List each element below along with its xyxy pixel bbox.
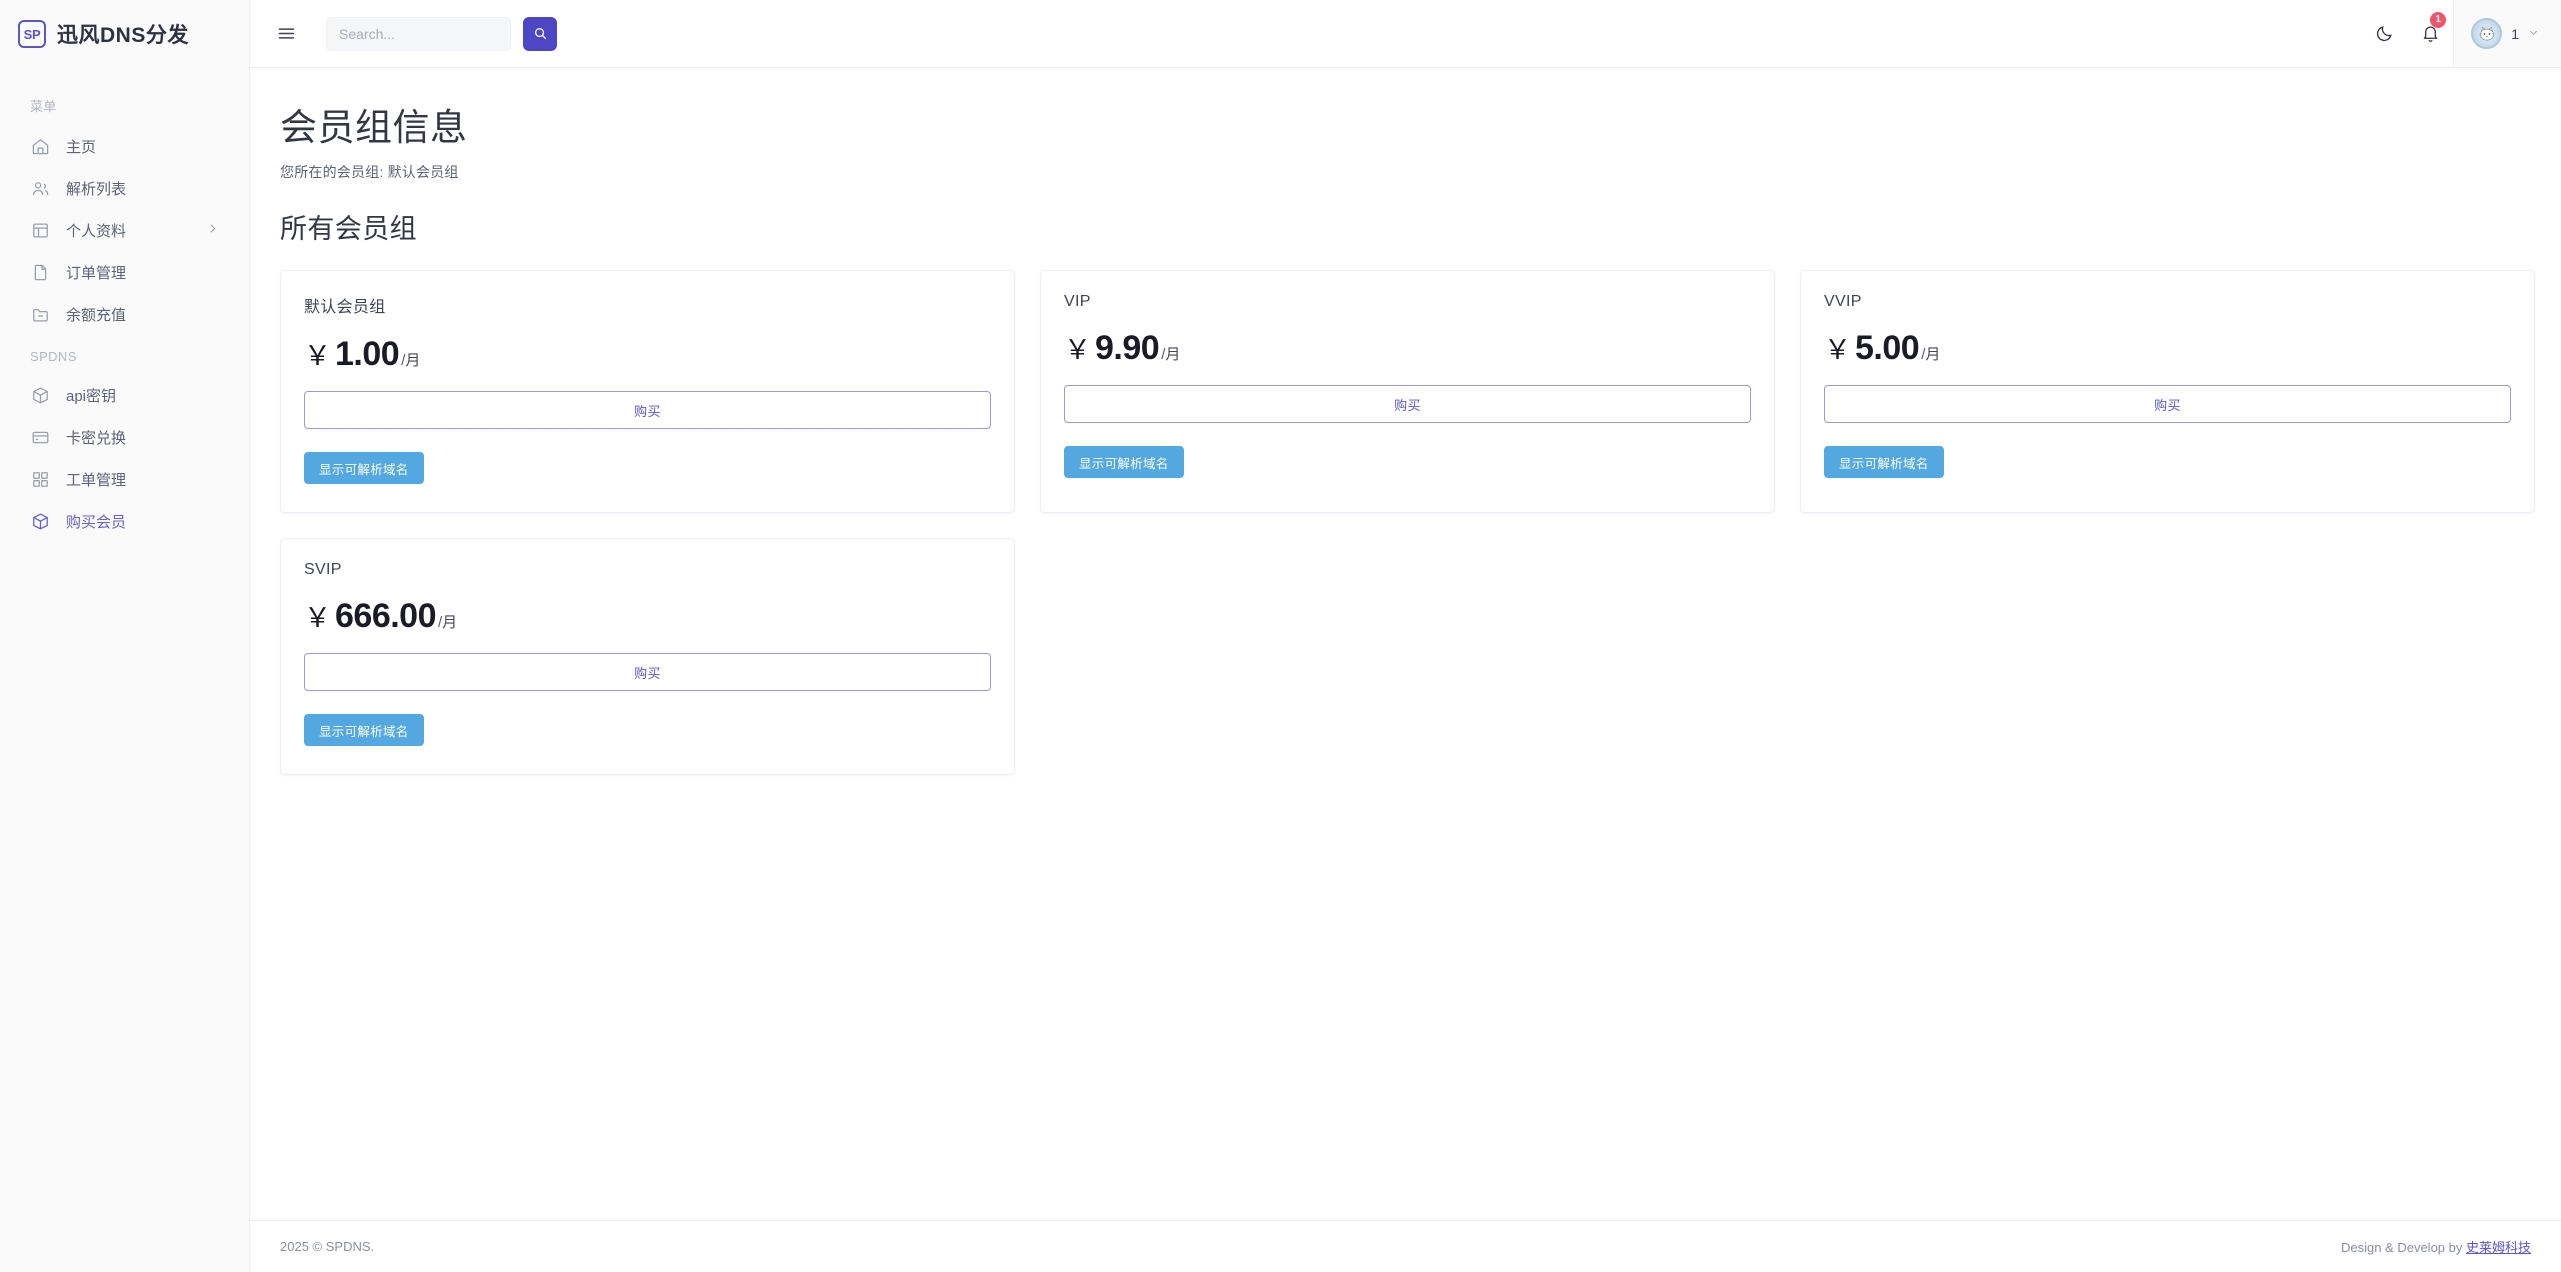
- home-icon: [30, 136, 50, 156]
- topbar-right: 1 1: [2361, 0, 2561, 67]
- sidebar-item-profile[interactable]: 个人资料: [0, 209, 249, 251]
- card-price: ￥ 666.00 /月: [304, 596, 991, 636]
- search-input[interactable]: [326, 16, 511, 51]
- sidebar-item-recharge[interactable]: 余额充值: [0, 293, 249, 335]
- card-group-name: SVIP: [304, 561, 342, 579]
- sidebar-item-buy-membership[interactable]: 购买会员: [0, 500, 249, 542]
- membership-card: SVIP ￥ 666.00 /月 购买 显示可解析域名: [280, 538, 1015, 776]
- footer-credits: Design & Develop by 史莱姆科技: [2341, 1237, 2531, 1256]
- search-area: [326, 16, 557, 51]
- price-period: /月: [1161, 343, 1180, 364]
- sidebar-item-tickets[interactable]: 工单管理: [0, 458, 249, 500]
- footer-credit-link[interactable]: 史莱姆科技: [2466, 1240, 2531, 1255]
- membership-card-list: 默认会员组 ￥ 1.00 /月 购买 显示可解析域名 VIP ￥ 9.90 /月…: [280, 270, 2535, 776]
- card-price: ￥ 1.00 /月: [304, 334, 991, 374]
- dark-mode-toggle[interactable]: [2361, 0, 2407, 67]
- membership-card: 默认会员组 ￥ 1.00 /月 购买 显示可解析域名: [280, 270, 1015, 514]
- credit-card-icon: [30, 427, 50, 447]
- sidebar-item-label: 卡密兑换: [66, 429, 127, 447]
- user-name: 1: [2511, 25, 2519, 42]
- period-unit: 月: [1165, 346, 1181, 364]
- currency-symbol: ￥: [304, 603, 332, 634]
- period-unit: 月: [405, 352, 421, 370]
- avatar: [2471, 18, 2503, 49]
- price-amount: 666.00: [335, 597, 437, 636]
- show-domains-button[interactable]: 显示可解析域名: [1824, 446, 1944, 479]
- notifications-button[interactable]: 1: [2407, 0, 2453, 67]
- nav-section-title-spdns: SPDNS: [30, 349, 77, 364]
- buy-button[interactable]: 购买: [304, 653, 991, 692]
- sidebar-item-card-redeem[interactable]: 卡密兑换: [0, 416, 249, 458]
- show-domains-button[interactable]: 显示可解析域名: [1064, 446, 1184, 479]
- currency-symbol: ￥: [1064, 335, 1092, 366]
- chevron-down-icon: [2528, 25, 2539, 43]
- sidebar-item-label: 购买会员: [66, 513, 127, 531]
- price-amount: 5.00: [1855, 329, 1920, 368]
- moon-icon: [2376, 26, 2392, 42]
- sidebar-item-label: 工单管理: [66, 471, 127, 489]
- show-domains-button[interactable]: 显示可解析域名: [304, 452, 424, 485]
- currency-symbol: ￥: [304, 341, 332, 372]
- card-group-name: VIP: [1064, 293, 1091, 311]
- chevron-right-icon: [206, 222, 219, 239]
- footer-copyright: 2025 © SPDNS.: [280, 1239, 375, 1254]
- currency-symbol: ￥: [1824, 335, 1852, 366]
- sidebar-item-api-key[interactable]: api密钥: [0, 374, 249, 416]
- user-menu[interactable]: 1: [2453, 0, 2561, 67]
- sidebar-item-label: 个人资料: [66, 222, 127, 240]
- card-price: ￥ 5.00 /月: [1824, 328, 2511, 368]
- price-period: /月: [1921, 343, 1940, 364]
- search-button[interactable]: [523, 16, 557, 51]
- page-title: 会员组信息: [280, 107, 468, 148]
- buy-button[interactable]: 购买: [1824, 385, 2511, 424]
- price-amount: 1.00: [335, 335, 400, 374]
- grid-icon: [30, 469, 50, 489]
- sidebar: SP 迅风DNS分发 菜单 主页 解析列表 个人资料 订单管理 余额充值 SPD…: [0, 0, 250, 1272]
- layout-icon: [30, 220, 50, 240]
- footer: 2025 © SPDNS. Design & Develop by 史莱姆科技: [250, 1220, 2561, 1272]
- notification-badge: 1: [2430, 12, 2447, 28]
- file-icon: [30, 262, 50, 282]
- buy-button[interactable]: 购买: [1064, 385, 1751, 424]
- topbar: 1 1: [250, 0, 2561, 68]
- sidebar-item-label: 解析列表: [66, 180, 127, 198]
- period-unit: 月: [442, 614, 458, 632]
- nav-section-title-menu: 菜单: [30, 99, 57, 114]
- period-unit: 月: [1925, 346, 1941, 364]
- main-area: 1 1: [250, 0, 2561, 1272]
- section-title: 所有会员组: [280, 214, 417, 245]
- search-icon: [534, 28, 546, 40]
- sidebar-nav: 菜单 主页 解析列表 个人资料 订单管理 余额充值 SPDNS api密钥 卡密…: [0, 68, 249, 1272]
- page-subtitle: 您所在的会员组: 默认会员组: [280, 164, 459, 181]
- package-icon: [30, 511, 50, 531]
- card-group-name: 默认会员组: [304, 299, 386, 317]
- folder-minus-icon: [30, 304, 50, 324]
- sidebar-item-orders[interactable]: 订单管理: [0, 251, 249, 293]
- sidebar-item-label: 订单管理: [66, 264, 127, 282]
- box-icon: [30, 385, 50, 405]
- footer-credit-prefix: Design & Develop by: [2340, 1240, 2466, 1255]
- price-period: /月: [401, 349, 420, 370]
- price-amount: 9.90: [1095, 329, 1160, 368]
- app-root: SP 迅风DNS分发 菜单 主页 解析列表 个人资料 订单管理 余额充值 SPD…: [0, 0, 2561, 1272]
- buy-button[interactable]: 购买: [304, 391, 991, 430]
- brand-name: 迅风DNS分发: [57, 24, 189, 47]
- price-period: /月: [438, 611, 457, 632]
- sidebar-item-label: 主页: [66, 138, 97, 156]
- card-group-name: VVIP: [1824, 293, 1862, 311]
- sidebar-item-resolve-list[interactable]: 解析列表: [0, 167, 249, 209]
- sidebar-brand[interactable]: SP 迅风DNS分发: [0, 0, 249, 68]
- page-content: 会员组信息 您所在的会员组: 默认会员组 所有会员组 默认会员组 ￥ 1.00 …: [250, 68, 2561, 1220]
- membership-card: VVIP ￥ 5.00 /月 购买 显示可解析域名: [1800, 270, 2535, 514]
- sidebar-item-home[interactable]: 主页: [0, 125, 249, 167]
- sidebar-item-label: api密钥: [66, 387, 117, 405]
- sidebar-item-label: 余额充值: [66, 306, 127, 324]
- hamburger-icon[interactable]: [268, 16, 304, 52]
- logo-icon: SP: [18, 20, 46, 48]
- membership-card: VIP ￥ 9.90 /月 购买 显示可解析域名: [1040, 270, 1775, 514]
- show-domains-button[interactable]: 显示可解析域名: [304, 714, 424, 747]
- users-icon: [30, 178, 50, 198]
- cat-avatar-icon: [2476, 23, 2498, 44]
- card-price: ￥ 9.90 /月: [1064, 328, 1751, 368]
